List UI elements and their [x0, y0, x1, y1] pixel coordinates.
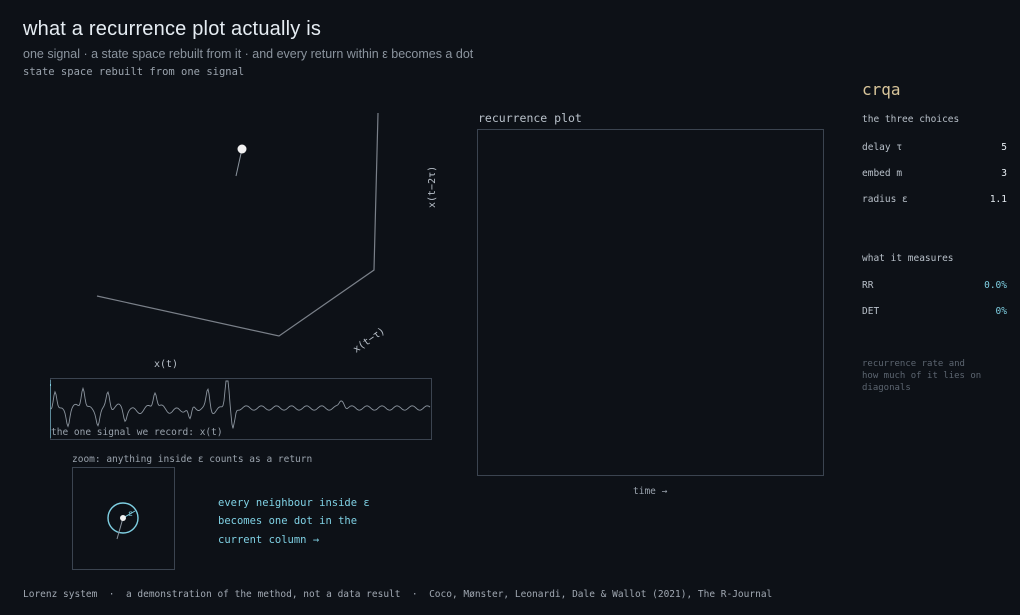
param-radius-label: radius ε [862, 194, 908, 205]
measures-title: what it measures [862, 253, 954, 264]
metric-det-label: DET [862, 306, 880, 317]
zoom-line-1: every neighbour inside ε [218, 497, 370, 509]
metric-det-value: 0% [995, 306, 1007, 317]
recurrence-plot-area [477, 129, 824, 476]
param-radius-value[interactable]: 1.1 [990, 194, 1007, 205]
epsilon-label: ε [128, 509, 133, 518]
param-delay-value[interactable]: 5 [1001, 142, 1007, 153]
state-space-plot: x(t) x(t−τ) x(t−2τ) [96, 112, 438, 370]
zoom-point [120, 515, 126, 521]
axis-label-2tau: x(t−2τ) [427, 166, 438, 208]
footer-citation: Lorenz system · a demonstration of the m… [23, 589, 773, 600]
recurrence-time-label: time → [633, 486, 668, 497]
zoom-line-2: becomes one dot in the [218, 515, 358, 527]
metric-rr-value: 0.0% [984, 280, 1007, 291]
axis-label-x: x(t) [154, 359, 178, 370]
current-state-point [237, 144, 247, 154]
choices-title: the three choices [862, 114, 960, 125]
zoom-line-3: current column → [218, 534, 320, 546]
state-space-axes [96, 112, 379, 337]
panel-note: recurrence rate and how much of it lies … [862, 359, 982, 393]
signal-caption: the one signal we record: x(t) [51, 427, 223, 438]
param-embed-label: embed m [862, 168, 903, 179]
signal-waveform [50, 380, 431, 429]
zoom-caption: zoom: anything inside ε counts as a retu… [72, 454, 313, 465]
zoom-trajectory [116, 517, 124, 540]
axis-label-tau: x(t−τ) [351, 326, 387, 356]
recurrence-plot-title: recurrence plot [478, 111, 582, 125]
panel-title: crqa [862, 80, 901, 99]
param-embed-value[interactable]: 3 [1001, 168, 1007, 179]
zoom-view: ε [107, 502, 139, 540]
metric-rr-label: RR [862, 280, 874, 291]
param-delay-label: delay τ [862, 142, 903, 153]
